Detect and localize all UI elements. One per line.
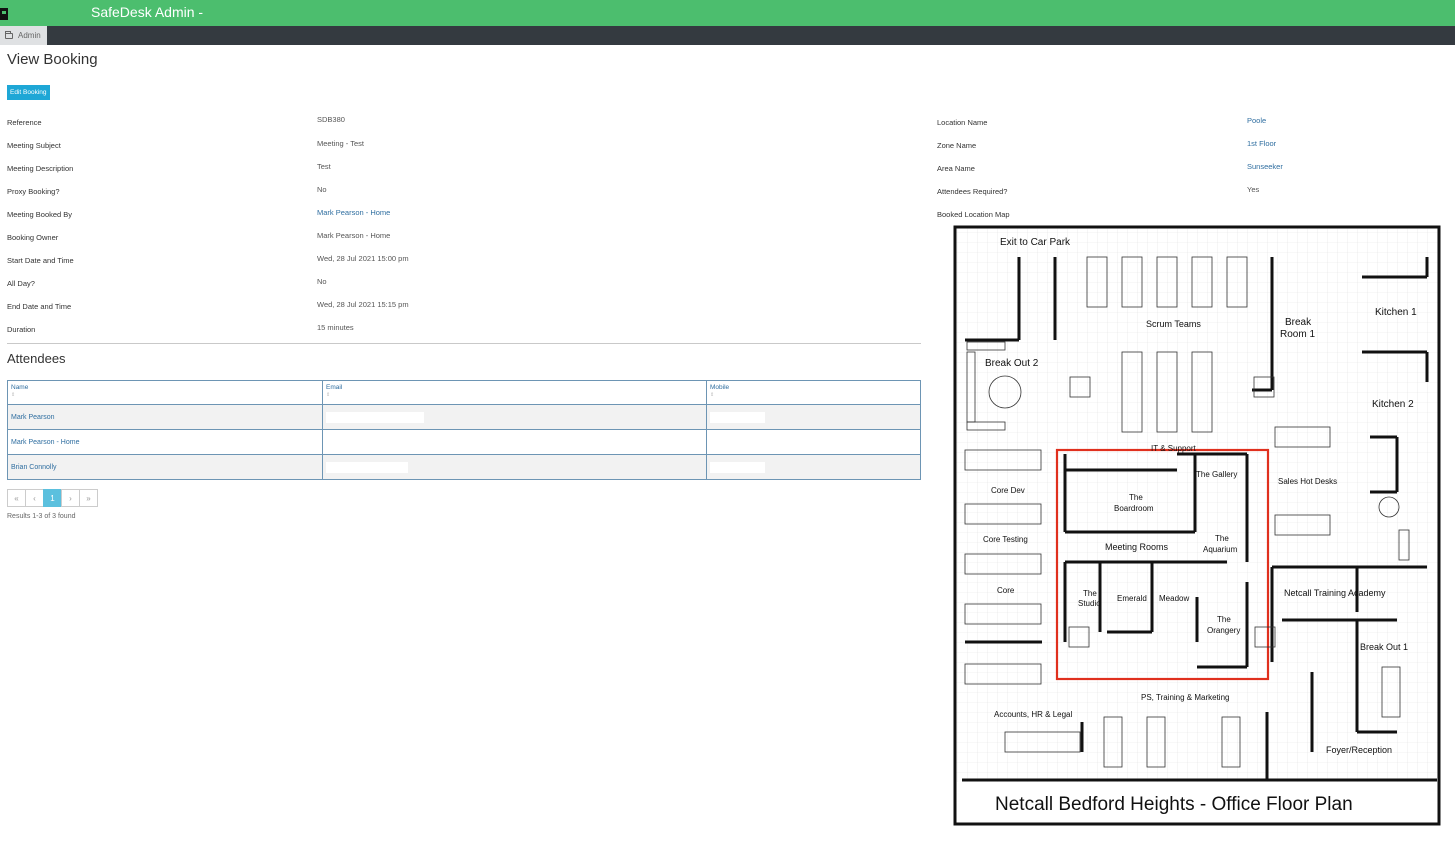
label-training: Netcall Training Academy xyxy=(1284,588,1386,598)
column-header-email[interactable]: Email ⇕ xyxy=(322,380,707,405)
label-orangery-b: Orangery xyxy=(1207,626,1240,635)
label-accounts: Accounts, HR & Legal xyxy=(994,710,1072,719)
redacted-email xyxy=(326,461,408,473)
first-page-button[interactable]: « xyxy=(7,489,26,507)
floor-plan-title: Netcall Bedford Heights - Office Floor P… xyxy=(995,794,1353,815)
table-row: Mark Pearson - Home xyxy=(7,429,921,455)
label-break-out-1: Break Out 1 xyxy=(1360,642,1408,652)
detail-value: Wed, 28 Jul 2021 15:00 pm xyxy=(317,254,409,263)
label-aquarium-a: The xyxy=(1215,534,1229,543)
label-boardroom-b: Boardroom xyxy=(1114,504,1154,513)
detail-value: 15 minutes xyxy=(317,323,354,332)
app-title: SafeDesk Admin - xyxy=(91,4,204,20)
table-row: Mark Pearson xyxy=(7,404,921,430)
label-orangery-a: The xyxy=(1217,615,1231,624)
label-kitchen-1: Kitchen 1 xyxy=(1375,307,1417,318)
detail-label: End Date and Time xyxy=(7,302,72,311)
redacted-mobile xyxy=(710,411,765,423)
page-title: View Booking xyxy=(7,51,98,68)
label-boardroom-a: The xyxy=(1129,493,1143,502)
label-emerald: Emerald xyxy=(1117,594,1147,603)
label-break-out-2: Break Out 2 xyxy=(985,358,1039,369)
column-header-name[interactable]: Name ⇕ xyxy=(7,380,323,405)
page-1-button[interactable]: 1 xyxy=(43,489,62,507)
map-label: Booked Location Map xyxy=(937,210,1010,219)
detail-label: All Day? xyxy=(7,279,35,288)
table-row: Brian Connolly xyxy=(7,454,921,480)
detail-value: Meeting - Test xyxy=(317,139,364,148)
redacted-email xyxy=(326,411,424,423)
detail-label: Meeting Booked By xyxy=(7,210,73,219)
next-page-button[interactable]: › xyxy=(61,489,80,507)
label-studio-a: The xyxy=(1083,589,1097,598)
edit-booking-button[interactable]: Edit Booking xyxy=(7,85,50,100)
tab-admin[interactable]: Admin xyxy=(0,26,47,45)
results-count: Results 1-3 of 3 found xyxy=(7,513,76,520)
column-header-mobile[interactable]: Mobile ⇕ xyxy=(706,380,921,405)
location-detail-value[interactable]: Sunseeker xyxy=(1247,162,1283,171)
label-gallery: The Gallery xyxy=(1196,470,1237,479)
last-page-button[interactable]: » xyxy=(79,489,98,507)
detail-label: Meeting Description xyxy=(7,164,74,173)
location-detail-value: Yes xyxy=(1247,185,1260,194)
location-detail-label: Location Name xyxy=(937,118,988,127)
pagination: « ‹ 1 › » xyxy=(7,489,98,507)
label-sales: Sales Hot Desks xyxy=(1278,477,1337,486)
detail-label: Start Date and Time xyxy=(7,256,74,265)
label-it-support: IT & Support xyxy=(1151,444,1197,453)
label-studio-b: Studio xyxy=(1078,599,1101,608)
detail-label: Reference xyxy=(7,118,42,127)
detail-value: No xyxy=(317,185,327,194)
location-detail-value[interactable]: 1st Floor xyxy=(1247,139,1276,148)
detail-label: Meeting Subject xyxy=(7,141,61,150)
app-header: SafeDesk Admin - xyxy=(0,0,1455,26)
tab-admin-label: Admin xyxy=(18,31,41,40)
breadcrumb-bar: Admin xyxy=(0,26,1455,45)
detail-label: Booking Owner xyxy=(7,233,59,242)
label-core-dev: Core Dev xyxy=(991,486,1025,495)
label-break-room-1a: Break xyxy=(1285,317,1312,328)
detail-value: SDB380 xyxy=(317,115,345,124)
label-kitchen-2: Kitchen 2 xyxy=(1372,399,1414,410)
prev-page-button[interactable]: ‹ xyxy=(25,489,44,507)
label-core: Core xyxy=(997,586,1015,595)
label-scrum: Scrum Teams xyxy=(1146,319,1201,329)
detail-value: Wed, 28 Jul 2021 15:15 pm xyxy=(317,300,409,309)
divider xyxy=(7,343,921,344)
folder-icon xyxy=(5,30,13,39)
location-detail-label: Attendees Required? xyxy=(937,187,1008,196)
label-break-room-1b: Room 1 xyxy=(1280,329,1315,340)
location-detail-label: Zone Name xyxy=(937,141,977,150)
location-detail-label: Area Name xyxy=(937,164,975,173)
floor-plan-map: Exit to Car Park Scrum Teams Break Room … xyxy=(937,222,1455,826)
detail-value[interactable]: Mark Pearson - Home xyxy=(317,208,390,217)
label-meeting-rooms: Meeting Rooms xyxy=(1105,542,1169,552)
location-detail-value[interactable]: Poole xyxy=(1247,116,1266,125)
attendee-name-link[interactable]: Brian Connolly xyxy=(7,454,323,480)
attendee-name-link[interactable]: Mark Pearson xyxy=(7,404,323,430)
attendees-title: Attendees xyxy=(7,351,66,366)
attendee-name-link[interactable]: Mark Pearson - Home xyxy=(7,429,323,455)
redacted-mobile xyxy=(710,461,765,473)
label-meadow: Meadow xyxy=(1159,594,1189,603)
label-core-testing: Core Testing xyxy=(983,535,1028,544)
detail-label: Proxy Booking? xyxy=(7,187,60,196)
label-ps: PS, Training & Marketing xyxy=(1141,693,1229,702)
detail-value: Mark Pearson - Home xyxy=(317,231,391,240)
label-aquarium-b: Aquarium xyxy=(1203,545,1238,554)
label-exit: Exit to Car Park xyxy=(1000,237,1071,248)
attendees-table: Name ⇕ Email ⇕ Mobile ⇕ Mark Pearson Mark P… xyxy=(7,380,921,480)
detail-value: Test xyxy=(317,162,331,171)
detail-value: No xyxy=(317,277,327,286)
label-foyer: Foyer/Reception xyxy=(1326,745,1392,755)
logo-icon xyxy=(0,8,8,20)
detail-label: Duration xyxy=(7,325,36,334)
